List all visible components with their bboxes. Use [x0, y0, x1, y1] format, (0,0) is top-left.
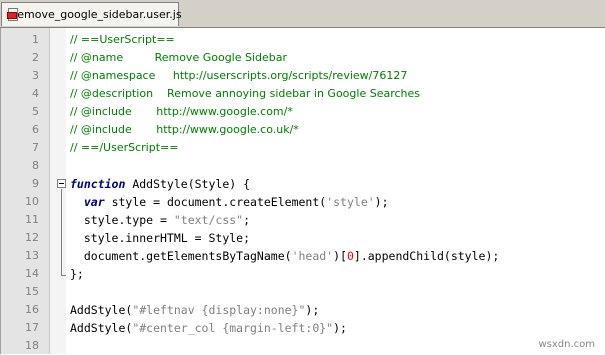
- line-text: )[: [333, 249, 347, 263]
- line-number: 17: [25, 321, 39, 334]
- line-number: 5: [32, 105, 39, 118]
- line-text: // @include http://www.google.com/*: [70, 105, 293, 118]
- code-line: 14 };: [1, 265, 605, 283]
- line-number: 16: [25, 303, 39, 316]
- code-line: 16 AddStyle("#leftnav {display:none}");: [1, 301, 605, 319]
- line-number: 11: [25, 213, 39, 226]
- string-literal: 'head': [291, 249, 334, 263]
- line-text: // ==/UserScript==: [70, 141, 179, 154]
- line-text: ;: [243, 213, 251, 227]
- line-text: );: [333, 321, 347, 335]
- code-line: 18: [1, 337, 605, 355]
- line-number: 14: [25, 267, 39, 280]
- code-line: 12 style.innerHTML = Style;: [1, 229, 605, 247]
- keyword: function: [70, 177, 126, 191]
- code-line: 17 AddStyle("#center_col {margin-left:0}…: [1, 319, 605, 337]
- file-tab[interactable]: remove_google_sidebar.user.js: [1, 2, 182, 26]
- code-line: 15: [1, 283, 605, 301]
- string-literal: "#center_col {margin-left:0}": [132, 321, 334, 335]
- line-text: };: [70, 267, 84, 281]
- line-number: 13: [25, 249, 39, 262]
- line-text: // @namespace http://userscripts.org/scr…: [70, 69, 408, 82]
- line-text: AddStyle(: [70, 303, 133, 317]
- code-line: 7 // ==/UserScript==: [1, 139, 605, 157]
- line-number: 8: [32, 159, 39, 172]
- fold-collapse-icon[interactable]: [57, 179, 66, 188]
- line-number: 12: [25, 231, 39, 244]
- number-literal: 0: [346, 249, 354, 263]
- line-number: 3: [32, 69, 39, 82]
- line-text: AddStyle(: [70, 321, 133, 335]
- code-line: 10 var style = document.createElement('s…: [1, 193, 605, 211]
- line-number: 18: [25, 339, 39, 352]
- string-literal: "text/css": [173, 213, 244, 227]
- line-number: 7: [32, 141, 39, 154]
- string-literal: 'style': [326, 195, 375, 209]
- code-line: 8: [1, 157, 605, 175]
- line-text: // @include http://www.google.co.uk/*: [70, 123, 299, 136]
- line-number: 9: [32, 177, 39, 190]
- code-line: 6 // @include http://www.google.co.uk/*: [1, 121, 605, 139]
- keyword: var: [83, 195, 105, 209]
- line-text: // @description Remove annoying sidebar …: [70, 87, 421, 100]
- fold-end-marker: [61, 275, 66, 276]
- line-number: 6: [32, 123, 39, 136]
- line-number: 1: [32, 33, 39, 46]
- line-text: style.type =: [70, 213, 174, 227]
- code-line: 5 // @include http://www.google.com/*: [1, 103, 605, 121]
- line-text: style = document.createElement(: [104, 195, 327, 209]
- fold-guide: [61, 189, 62, 275]
- line-number: 2: [32, 51, 39, 64]
- line-text: );: [374, 195, 389, 209]
- line-text: document.getElementsByTagName(: [70, 249, 292, 263]
- code-line: 2 // @name Remove Google Sidebar: [1, 49, 605, 67]
- tab-bar: remove_google_sidebar.user.js: [0, 0, 605, 28]
- line-text: ].appendChild(style);: [353, 249, 500, 263]
- line-number: 15: [25, 285, 39, 298]
- code-line: 9 function AddStyle(Style) {: [1, 175, 605, 193]
- code-line: 11 style.type = "text/css";: [1, 211, 605, 229]
- code-line: 13 document.getElementsByTagName('head')…: [1, 247, 605, 265]
- code-editor[interactable]: 1 // ==UserScript== 2 // @name Remove Goog…: [0, 28, 605, 354]
- string-literal: "#leftnav {display:none}": [132, 303, 306, 317]
- file-tab-title: remove_google_sidebar.user.js: [13, 8, 182, 21]
- line-text: // @name Remove Google Sidebar: [70, 51, 288, 64]
- line-text: style.innerHTML = Style;: [70, 231, 251, 245]
- code-line: 3 // @namespace http://userscripts.org/sc…: [1, 67, 605, 85]
- watermark: wsxdn.com: [538, 339, 595, 350]
- line-number: 10: [25, 195, 39, 208]
- line-number: 4: [32, 87, 39, 100]
- code-line: 1 // ==UserScript==: [1, 31, 605, 49]
- line-text: AddStyle(Style) {: [125, 177, 251, 191]
- line-text: // ==UserScript==: [70, 33, 175, 46]
- code-line: 4 // @description Remove annoying sidebar…: [1, 85, 605, 103]
- line-text: );: [305, 303, 320, 317]
